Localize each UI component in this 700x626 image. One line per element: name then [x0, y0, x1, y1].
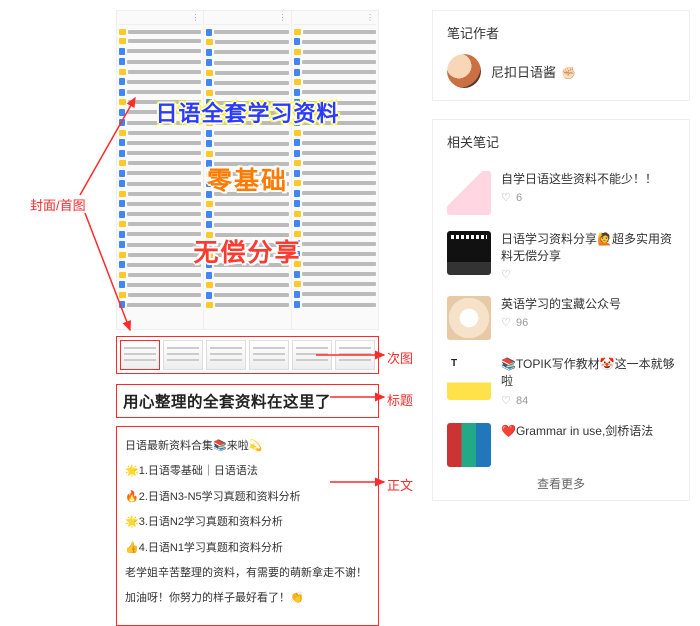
body-line-1: 🌟1.日语零基础｜日语语法	[125, 464, 370, 479]
thumbnail-6[interactable]	[335, 340, 375, 370]
see-more-button[interactable]: 查看更多	[447, 469, 675, 494]
thumbnail-strip	[116, 336, 379, 374]
like-row[interactable]	[501, 270, 675, 280]
related-thumb	[447, 171, 491, 215]
author-name: 尼扣日语酱	[491, 65, 556, 80]
related-item[interactable]: 英语学习的宝藏公众号 96	[447, 288, 675, 348]
related-item[interactable]: ❤️Grammar in use,剑桥语法	[447, 415, 675, 469]
post-body: 日语最新资料合集📚来啦💫 🌟1.日语零基础｜日语语法 🔥2.日语N3-N5学习真…	[116, 426, 379, 626]
related-card: 相关笔记 自学日语这些资料不能少！！ 6 日语学习资料分享🙋超多实用资料无偿分享	[432, 119, 690, 501]
related-title: 英语学习的宝藏公众号	[501, 296, 675, 313]
body-line-5: 老学姐辛苦整理的资料，有需要的萌新拿走不谢！	[125, 566, 370, 581]
callout-title: 标题	[387, 390, 413, 409]
like-count: 84	[516, 395, 528, 407]
related-item[interactable]: 日语学习资料分享🙋超多实用资料无偿分享	[447, 223, 675, 288]
author-row[interactable]: 尼扣日语酱 ✊🏻	[447, 54, 675, 88]
callout-cover: 封面/首图	[30, 195, 86, 214]
heart-icon	[501, 270, 511, 280]
related-thumb	[447, 423, 491, 467]
thumbnail-1[interactable]	[120, 340, 160, 370]
thumbnail-3[interactable]	[206, 340, 246, 370]
related-title: 📚TOPIK写作教材🤡这一本就够啦	[501, 356, 675, 391]
sidebar: 笔记作者 尼扣日语酱 ✊🏻 相关笔记 自学日语这些资料不能少！！ 6	[432, 10, 690, 519]
related-title: 自学日语这些资料不能少！！	[501, 171, 675, 188]
author-card: 笔记作者 尼扣日语酱 ✊🏻	[432, 10, 690, 101]
body-line-3: 🌟3.日语N2学习真题和资料分析	[125, 515, 370, 530]
thumbnail-5[interactable]	[292, 340, 332, 370]
body-line-0: 日语最新资料合集📚来啦💫	[125, 439, 370, 454]
related-thumb	[447, 356, 491, 400]
post-title: 用心整理的全套资料在这里了	[116, 384, 379, 418]
related-header: 相关笔记	[447, 132, 675, 151]
cover-image[interactable]: 日语全套学习资料 零基础 无偿分享	[116, 10, 379, 330]
like-row[interactable]: 6	[501, 192, 675, 204]
post-column: 日语全套学习资料 零基础 无偿分享 用心整理的全套资料在这里了 日语最新资料合集…	[116, 10, 379, 626]
heart-icon	[501, 318, 511, 328]
body-line-2: 🔥2.日语N3-N5学习真题和资料分析	[125, 490, 370, 505]
related-title: ❤️Grammar in use,剑桥语法	[501, 423, 675, 440]
author-avatar[interactable]	[447, 54, 481, 88]
file-columns-bg	[117, 11, 378, 329]
thumbnail-4[interactable]	[249, 340, 289, 370]
related-item[interactable]: 自学日语这些资料不能少！！ 6	[447, 163, 675, 223]
callout-body: 正文	[387, 475, 413, 494]
body-line-6: 加油呀！你努力的样子最好看了！👏	[125, 591, 370, 606]
like-count: 6	[516, 192, 522, 204]
related-title: 日语学习资料分享🙋超多实用资料无偿分享	[501, 231, 675, 266]
like-row[interactable]: 96	[501, 317, 675, 329]
related-thumb	[447, 296, 491, 340]
hand-icon: ✊🏻	[561, 66, 576, 80]
like-row[interactable]: 84	[501, 395, 675, 407]
related-item[interactable]: 📚TOPIK写作教材🤡这一本就够啦 84	[447, 348, 675, 415]
author-header: 笔记作者	[447, 23, 675, 42]
thumbnail-2[interactable]	[163, 340, 203, 370]
like-count: 96	[516, 317, 528, 329]
related-thumb	[447, 231, 491, 275]
callout-thumbs: 次图	[387, 348, 413, 367]
heart-icon	[501, 396, 511, 406]
body-line-4: 👍4.日语N1学习真题和资料分析	[125, 541, 370, 556]
heart-icon	[501, 193, 511, 203]
